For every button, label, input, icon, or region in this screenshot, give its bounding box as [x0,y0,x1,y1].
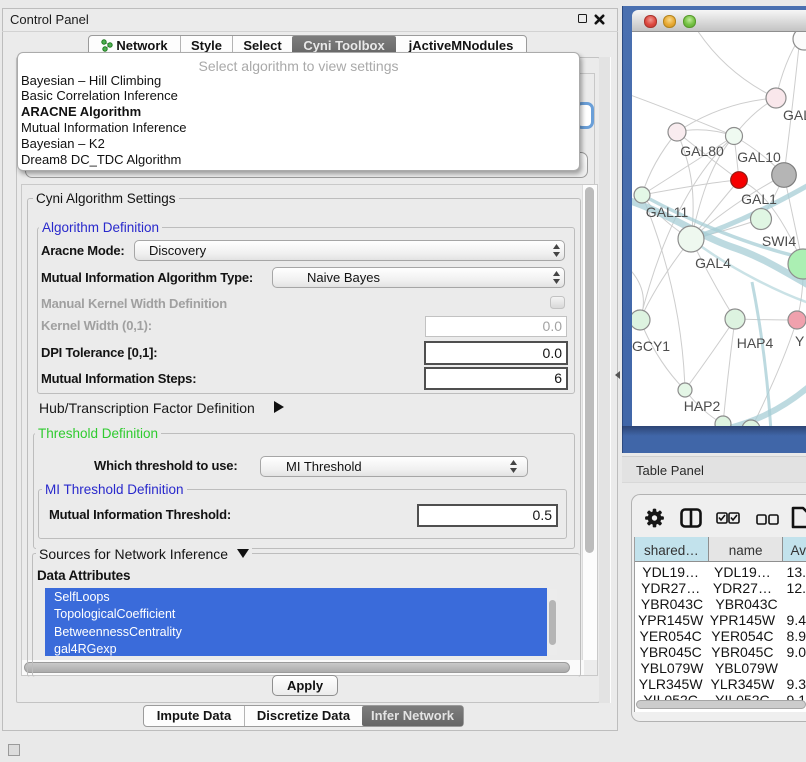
svg-text:GAL7: GAL7 [783,107,806,123]
svg-text:GAL4: GAL4 [695,255,731,271]
svg-text:GAL11: GAL11 [646,204,689,220]
svg-text:HAP4: HAP4 [737,335,774,351]
svg-text:GAL80: GAL80 [680,143,724,159]
svg-text:GCY1: GCY1 [632,338,670,354]
svg-text:GAL1: GAL1 [741,191,777,207]
svg-text:Y: Y [795,333,805,349]
svg-text:SWI4: SWI4 [762,233,796,249]
svg-text:GAL10: GAL10 [737,149,781,165]
svg-text:HAP2: HAP2 [684,398,721,414]
